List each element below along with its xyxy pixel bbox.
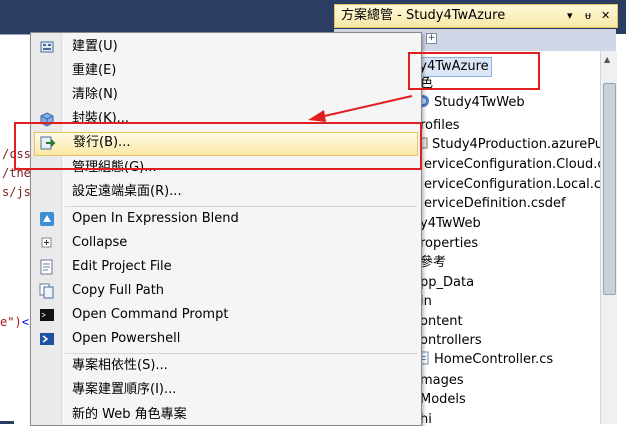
tree-item[interactable]: Study4TwWeb bbox=[416, 93, 525, 112]
menu-item-edit-project-file[interactable]: Edit Project File bbox=[31, 256, 421, 278]
context-menu: 建置(U) 重建(E) 清除(N) 封裝(K)... 發行(B)... 管理組態… bbox=[30, 32, 422, 426]
copy-icon bbox=[39, 283, 55, 299]
menu-item-collapse[interactable]: Collapse bbox=[31, 232, 421, 254]
menu-item-build[interactable]: 建置(U) bbox=[31, 36, 421, 58]
solution-explorer-title-bar: 方案總管 - Study4TwAzure ▾ ᵾ ✕ bbox=[334, 4, 618, 28]
menu-item-remote-desktop[interactable]: 設定遠端桌面(R)... bbox=[31, 181, 421, 203]
tree-item[interactable]: y4TwWeb bbox=[420, 214, 481, 233]
tree-item[interactable]: ontent bbox=[420, 312, 463, 331]
code-tail-string: e") bbox=[0, 315, 22, 329]
tree-item[interactable]: HomeController.cs bbox=[416, 350, 553, 369]
edit-file-icon bbox=[39, 259, 55, 275]
menu-item-label: Open Command Prompt bbox=[72, 307, 229, 322]
menu-item-label: 清除(N) bbox=[72, 87, 118, 102]
blend-icon bbox=[39, 211, 55, 227]
powershell-icon bbox=[39, 331, 55, 347]
scroll-up-icon[interactable]: ▲ bbox=[604, 55, 610, 64]
expand-icon[interactable]: + bbox=[426, 33, 437, 44]
menu-item-open-powershell[interactable]: Open Powershell bbox=[31, 328, 421, 350]
menu-item-label: 專案建置順序(I)... bbox=[72, 382, 177, 397]
tree-item-label: HomeController.cs bbox=[434, 352, 554, 367]
menu-separator bbox=[65, 206, 417, 207]
tree-item[interactable]: pp_Data bbox=[420, 273, 474, 292]
tree-item[interactable]: erviceDefinition.csdef bbox=[424, 194, 566, 213]
tree-item[interactable]: erviceConfiguration.Cloud.csc bbox=[424, 155, 600, 174]
build-icon bbox=[39, 39, 55, 55]
menu-item-open-blend[interactable]: Open In Expression Blend bbox=[31, 208, 421, 230]
menu-item-label: 設定遠端桌面(R)... bbox=[72, 184, 182, 199]
menu-item-project-build-order[interactable]: 專案建置順序(I)... bbox=[31, 379, 421, 401]
solution-explorer-title: 方案總管 - Study4TwAzure bbox=[341, 8, 506, 23]
tree-item[interactable]: Models bbox=[420, 390, 466, 409]
tree-item[interactable]: mages bbox=[420, 371, 464, 390]
menu-item-clean[interactable]: 清除(N) bbox=[31, 84, 421, 106]
code-line-js: s/js bbox=[2, 185, 31, 199]
tree-item[interactable]: roperties bbox=[420, 234, 478, 253]
tree-item[interactable]: ontrollers bbox=[420, 331, 482, 350]
menu-item-label: Open In Expression Blend bbox=[72, 211, 239, 226]
close-icon[interactable]: ✕ bbox=[601, 5, 610, 27]
collapse-icon bbox=[39, 235, 55, 251]
menu-item-project-dependencies[interactable]: 專案相依性(S)... bbox=[31, 355, 421, 377]
tree-item[interactable]: 參考 bbox=[420, 253, 446, 272]
annotation-box-project bbox=[408, 52, 540, 90]
command-prompt-icon bbox=[39, 307, 55, 323]
scrollbar-thumb[interactable] bbox=[603, 83, 616, 295]
vertical-scrollbar[interactable]: ▲ bbox=[600, 51, 617, 424]
menu-item-new-web-role[interactable]: 新的 Web 角色專案 bbox=[31, 404, 421, 426]
menu-item-label: 建置(U) bbox=[72, 39, 118, 54]
menu-item-rebuild[interactable]: 重建(E) bbox=[31, 60, 421, 82]
annotation-box-publish bbox=[14, 122, 422, 170]
menu-item-label: 新的 Web 角色專案 bbox=[72, 407, 187, 422]
dropdown-icon[interactable]: ▾ bbox=[567, 5, 573, 27]
pin-icon[interactable]: ᵾ bbox=[585, 5, 591, 27]
tree-item[interactable]: Study4Production.azurePub bbox=[414, 135, 600, 154]
tree-item-label: Study4Production.azurePub bbox=[432, 137, 600, 152]
menu-item-copy-full-path[interactable]: Copy Full Path bbox=[31, 280, 421, 302]
menu-separator bbox=[65, 353, 417, 354]
menu-item-open-command-prompt[interactable]: Open Command Prompt bbox=[31, 304, 421, 326]
menu-item-label: Copy Full Path bbox=[72, 283, 165, 298]
tree-item[interactable]: rofiles bbox=[420, 116, 460, 135]
code-editor[interactable]: /css /the s/js e")</ bbox=[0, 34, 36, 421]
tree-item-label: Study4TwWeb bbox=[434, 95, 525, 110]
menu-item-label: Open Powershell bbox=[72, 331, 181, 346]
menu-item-label: 重建(E) bbox=[72, 63, 117, 78]
menu-item-label: Collapse bbox=[72, 235, 128, 250]
menu-item-label: Edit Project File bbox=[72, 259, 172, 274]
tree-item[interactable]: erviceConfiguration.Local.cscf bbox=[424, 175, 600, 194]
menu-item-label: 專案相依性(S)... bbox=[72, 358, 168, 373]
